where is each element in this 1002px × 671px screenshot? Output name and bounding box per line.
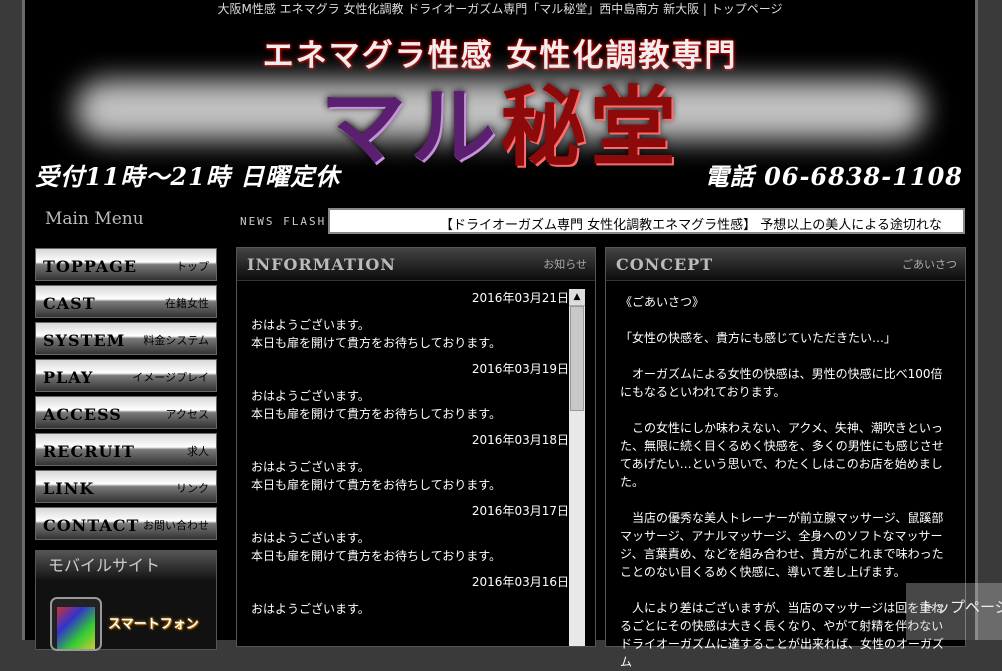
news-line: 本日も扉を開けて貴方をお待ちしております。 (251, 549, 502, 563)
site-description: 大阪M性感 エネマグラ 女性化調教 ドライオーガズム専門「マル秘堂」西中島南方 … (217, 2, 783, 16)
news-line: 本日も扉を開けて貴方をお待ちしております。 (251, 478, 502, 492)
information-title: INFORMATION (247, 254, 396, 274)
scroll-up-arrow-icon[interactable]: ▲ (569, 289, 585, 306)
business-hours: 受付11時～21時 日曜定休 (35, 162, 341, 191)
information-scrollbar[interactable]: ▲ (569, 289, 585, 646)
concept-paragraph: 《ごあいさつ》 (620, 295, 705, 309)
phone-number: 電話 06-6838-1108 (704, 162, 963, 191)
news-line: 本日も扉を開けて貴方をお待ちしております。 (251, 336, 502, 350)
concept-subtitle: ごあいさつ (902, 258, 957, 271)
news-line: おはようございます。 (251, 460, 370, 474)
main-menu: TOPPAGE トップ CAST 在籍女性 SYSTEM 料金システム PLAY… (35, 248, 217, 544)
menu-item-label: SYSTEM (43, 330, 126, 350)
menu-item-sublabel: 求人 (187, 444, 209, 458)
news-date: 2016年03月18日 (471, 433, 569, 447)
concept-paragraph: 人により差はございますが、当店のマッサージは回を重ねるごとにその快感は大きく長く… (620, 601, 945, 669)
information-list[interactable]: 2016年03月21日 おはようございます。 本日も扉を開けて貴方をお待ちしてお… (237, 281, 595, 646)
page-wrapper: 大阪M性感 エネマグラ 女性化調教 ドライオーガズム専門「マル秘堂」西中島南方 … (22, 0, 978, 669)
concept-paragraph: 当店の優秀な美人トレーナーが前立腺マッサージ、鼠蹊部マッサージ、アナルマッサージ… (620, 511, 944, 579)
news-entry: 2016年03月18日 おはようございます。 本日も扉を開けて貴方をお待ちしてお… (237, 431, 595, 494)
menu-item-label: ACCESS (43, 404, 122, 424)
smartphone-icon[interactable] (50, 597, 102, 651)
menu-item-sublabel: リンク (176, 481, 209, 495)
menu-item-label: PLAY (43, 367, 94, 387)
menu-item-sublabel: イメージプレイ (132, 370, 209, 384)
menu-item-cast[interactable]: CAST 在籍女性 (35, 285, 217, 318)
news-entry: 2016年03月16日 おはようございます。 (237, 573, 595, 618)
menu-item-sublabel: お問い合わせ (143, 518, 209, 532)
concept-paragraph: 「女性の快感を、貴方にも感じていただきたい…」 (620, 331, 897, 345)
news-date: 2016年03月21日 (471, 291, 569, 305)
menu-item-sublabel: トップ (176, 259, 209, 273)
menu-item-contact[interactable]: CONTACT お問い合わせ (35, 507, 217, 540)
logo-text-part1: マル (320, 77, 500, 178)
news-line: おはようございます。 (251, 389, 370, 403)
menu-item-toppage[interactable]: TOPPAGE トップ (35, 248, 217, 281)
scroll-thumb[interactable] (570, 306, 584, 411)
menu-item-access[interactable]: ACCESS アクセス (35, 396, 217, 429)
news-line: おはようございます。 (251, 318, 370, 332)
menu-item-link[interactable]: LINK リンク (35, 470, 217, 503)
smartphone-site-link[interactable]: スマートフォン (108, 613, 199, 632)
smartphone-screen (57, 607, 95, 649)
information-subtitle: お知らせ (543, 258, 587, 271)
menu-item-sublabel: アクセス (165, 407, 209, 421)
back-to-top-button[interactable]: トップページ (906, 583, 1002, 640)
news-entry: 2016年03月19日 おはようございます。 本日も扉を開けて貴方をお待ちしてお… (237, 360, 595, 423)
menu-item-label: RECRUIT (43, 441, 135, 461)
information-panel: INFORMATION お知らせ 2016年03月21日 おはようございます。 … (236, 247, 596, 647)
menu-item-sublabel: 料金システム (143, 333, 209, 347)
news-entry: 2016年03月21日 おはようございます。 本日も扉を開けて貴方をお待ちしてお… (237, 289, 595, 352)
header-subtitle: エネマグラ性感 女性化調教専門 (262, 38, 738, 74)
news-ticker-text: 【ドライオーガズム専門 女性化調教エネマグラ性感】 予想以上の美人による途切れな (440, 218, 942, 233)
menu-item-label: LINK (43, 478, 95, 498)
concept-header: CONCEPT ごあいさつ (606, 248, 965, 281)
logo-text-part2: 秘堂 (500, 77, 680, 178)
main-menu-heading: Main Menu (45, 209, 144, 229)
menu-item-label: CAST (43, 293, 96, 313)
news-date: 2016年03月19日 (471, 362, 569, 376)
concept-paragraph: この女性にしか味わえない、アクメ、失神、潮吹きといった、無限に続く目くるめく快感… (620, 421, 944, 489)
news-flash-label: NEWS FLASH (240, 215, 327, 228)
menu-item-label: CONTACT (43, 515, 140, 535)
menu-item-label: TOPPAGE (43, 256, 138, 276)
news-line: おはようございます。 (251, 531, 370, 545)
menu-item-play[interactable]: PLAY イメージプレイ (35, 359, 217, 392)
menu-item-system[interactable]: SYSTEM 料金システム (35, 322, 217, 355)
menu-item-recruit[interactable]: RECRUIT 求人 (35, 433, 217, 466)
concept-paragraph: オーガズムによる女性の快感は、男性の快感に比べ100倍にもなるといわれております… (620, 367, 943, 399)
mobile-site-box: モバイルサイト スマートフォン (35, 550, 217, 651)
news-line: 本日も扉を開けて貴方をお待ちしております。 (251, 407, 502, 421)
news-ticker: 【ドライオーガズム専門 女性化調教エネマグラ性感】 予想以上の美人による途切れな (328, 208, 965, 234)
news-date: 2016年03月16日 (471, 575, 569, 589)
information-header: INFORMATION お知らせ (237, 248, 595, 281)
menu-item-sublabel: 在籍女性 (165, 296, 209, 310)
news-date: 2016年03月17日 (471, 504, 569, 518)
news-line: おはようございます。 (251, 602, 370, 616)
concept-title: CONCEPT (616, 254, 714, 274)
news-entry: 2016年03月17日 おはようございます。 本日も扉を開けて貴方をお待ちしてお… (237, 502, 595, 565)
mobile-site-heading: モバイルサイト (36, 551, 216, 581)
